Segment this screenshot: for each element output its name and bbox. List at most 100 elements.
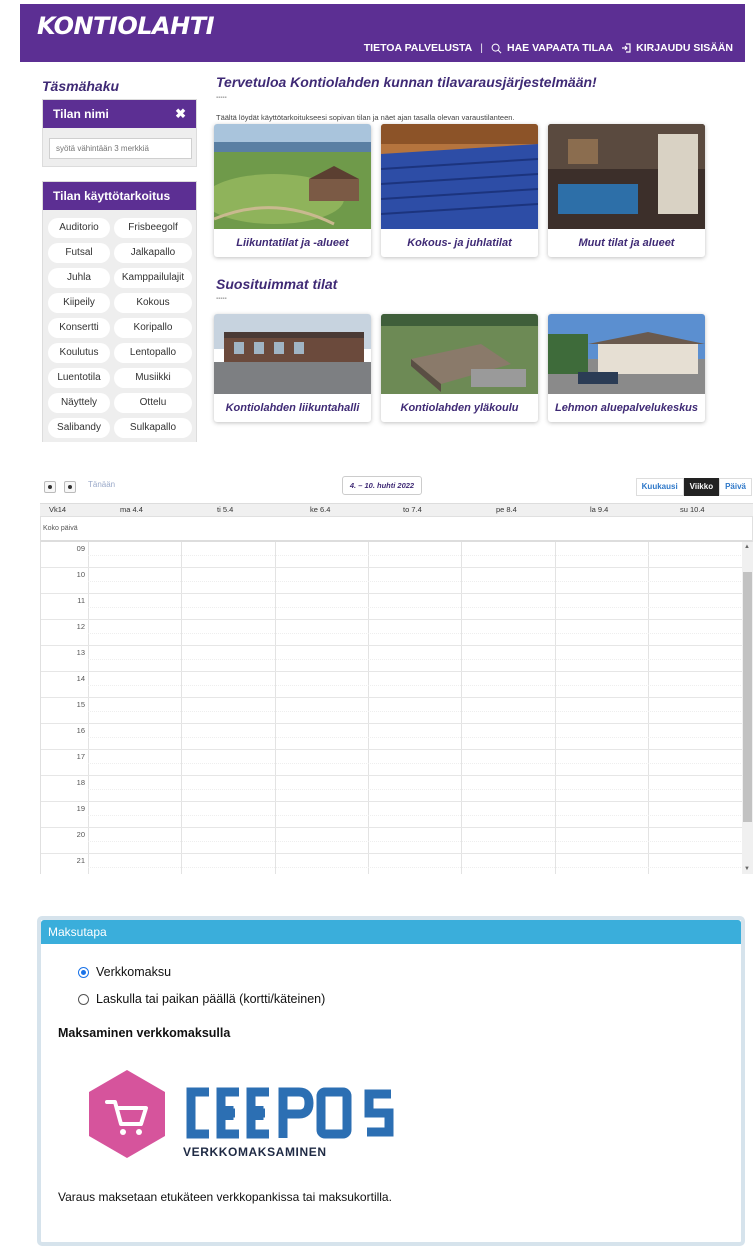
hour-row[interactable]: 14 bbox=[41, 672, 743, 698]
hour-row[interactable]: 11 bbox=[41, 594, 743, 620]
purpose-chip[interactable]: Kamppailulajit bbox=[114, 268, 192, 288]
day-header: to 7.4 bbox=[403, 505, 422, 514]
hour-row[interactable]: 17 bbox=[41, 750, 743, 776]
half-hour-line bbox=[88, 789, 743, 790]
popular-card-school[interactable]: Kontiolahden yläkoulu bbox=[381, 314, 538, 422]
popular-card-label: Lehmon aluepalvelukeskus bbox=[554, 402, 699, 414]
day-header: pe 8.4 bbox=[496, 505, 517, 514]
purpose-chip[interactable]: Juhla bbox=[48, 268, 110, 288]
half-hour-line bbox=[88, 815, 743, 816]
purpose-chip[interactable]: Koulutus bbox=[48, 343, 110, 363]
hour-row[interactable]: 13 bbox=[41, 646, 743, 672]
week-number: Vk14 bbox=[49, 505, 67, 514]
popular-card-label: Kontiolahden liikuntahalli bbox=[225, 402, 360, 414]
payment-subtitle: Maksaminen verkkomaksulla bbox=[58, 1026, 231, 1040]
payment-option-label: Laskulla tai paikan päällä (kortti/kätei… bbox=[96, 992, 326, 1006]
calendar-scrollbar[interactable]: ▲ ▼ bbox=[742, 542, 753, 874]
nav-search-link[interactable]: HAE VAPAATA TILAA bbox=[491, 42, 613, 54]
nav-about-link[interactable]: TIETOA PALVELUSTA bbox=[364, 42, 473, 54]
hour-row[interactable]: 12 bbox=[41, 620, 743, 646]
purpose-chip[interactable]: Ottelu bbox=[114, 393, 192, 413]
category-card-meeting[interactable]: Kokous- ja juhlatilat bbox=[381, 124, 538, 257]
welcome-heading: Tervetuloa Kontiolahden kunnan tilavarau… bbox=[216, 74, 597, 90]
calendar-time-grid[interactable]: 09 10 11 12 13 14 15 16 17 18 19 20 21 bbox=[40, 542, 753, 874]
payment-option-label: Verkkomaksu bbox=[96, 965, 172, 979]
school-photo bbox=[381, 314, 538, 394]
view-week-button[interactable]: Viikko bbox=[683, 478, 720, 496]
kontiolahti-logo[interactable]: KONTIOLAHTI bbox=[37, 12, 215, 40]
radio-invoice[interactable] bbox=[78, 993, 89, 1005]
hour-label: 10 bbox=[76, 570, 85, 579]
purpose-chip[interactable]: Musiikki bbox=[114, 368, 192, 388]
hour-row[interactable]: 21 bbox=[41, 854, 743, 874]
purpose-chip[interactable]: Konsertti bbox=[48, 318, 110, 338]
payment-panel: Maksutapa Verkkomaksu Laskulla tai paika… bbox=[37, 916, 745, 1246]
purpose-chip[interactable]: Frisbeegolf bbox=[114, 218, 192, 238]
date-range-picker[interactable]: 4. – 10. huhti 2022 bbox=[342, 476, 422, 495]
hour-row[interactable]: 18 bbox=[41, 776, 743, 802]
popular-card-lehmo[interactable]: Lehmon aluepalvelukeskus bbox=[548, 314, 705, 422]
half-hour-line bbox=[88, 841, 743, 842]
scrollbar-thumb[interactable] bbox=[743, 572, 752, 822]
today-button[interactable]: Tänään bbox=[88, 480, 115, 489]
purpose-chip[interactable]: Salibandy bbox=[48, 418, 110, 438]
half-hour-line bbox=[88, 555, 743, 556]
half-hour-line bbox=[88, 581, 743, 582]
hour-label: 14 bbox=[76, 674, 85, 683]
view-day-button[interactable]: Päivä bbox=[719, 478, 752, 496]
hour-label: 15 bbox=[76, 700, 85, 709]
sports-hall-photo bbox=[214, 314, 371, 394]
purpose-chip[interactable]: Auditorio bbox=[48, 218, 110, 238]
nav-login-label: KIRJAUDU SISÄÄN bbox=[636, 42, 733, 54]
hour-label: 11 bbox=[77, 596, 85, 605]
purpose-chip[interactable]: Näyttely bbox=[48, 393, 110, 413]
heading-divider: ▪▪▪▪▪ bbox=[216, 95, 227, 101]
category-card-sports[interactable]: Liikuntatilat ja -alueet bbox=[214, 124, 371, 257]
hour-label: 12 bbox=[76, 622, 85, 631]
space-name-input[interactable] bbox=[49, 138, 192, 159]
hour-row[interactable]: 09 bbox=[41, 542, 743, 568]
payment-option-invoice[interactable]: Laskulla tai paikan päällä (kortti/kätei… bbox=[78, 992, 325, 1006]
payment-panel-title: Maksutapa bbox=[41, 920, 741, 944]
purpose-chip[interactable]: Sulkapallo bbox=[114, 418, 192, 438]
purpose-chip[interactable]: Futsal bbox=[48, 243, 110, 263]
purpose-chip[interactable]: Kiipeily bbox=[48, 293, 110, 313]
nav-login-link[interactable]: KIRJAUDU SISÄÄN bbox=[621, 42, 733, 54]
hour-row[interactable]: 20 bbox=[41, 828, 743, 854]
half-hour-line bbox=[88, 607, 743, 608]
all-day-row[interactable]: Koko päivä bbox=[40, 516, 753, 542]
payment-option-online[interactable]: Verkkomaksu bbox=[78, 965, 171, 979]
purpose-chip[interactable]: Jalkapallo bbox=[114, 243, 192, 263]
search-icon bbox=[491, 43, 502, 53]
sports-facility-photo bbox=[214, 124, 371, 229]
auditorium-photo bbox=[381, 124, 538, 229]
purpose-chip[interactable]: Lentopallo bbox=[114, 343, 192, 363]
hour-row[interactable]: 15 bbox=[41, 698, 743, 724]
other-space-photo bbox=[548, 124, 705, 229]
next-week-button[interactable] bbox=[64, 481, 76, 493]
ceepos-wordmark bbox=[186, 1087, 394, 1139]
prev-week-button[interactable] bbox=[44, 481, 56, 493]
close-icon[interactable]: ✖ bbox=[175, 100, 186, 128]
ceepos-logo: VERKKOMAKSAMINEN bbox=[87, 1068, 407, 1168]
calendar-toolbar: Tänään 4. – 10. huhti 2022 Kuukausi Viik… bbox=[40, 475, 752, 499]
hour-row[interactable]: 16 bbox=[41, 724, 743, 750]
purpose-chip-list: Auditorio Frisbeegolf Futsal Jalkapallo … bbox=[43, 210, 196, 438]
purpose-chip[interactable]: Kokous bbox=[114, 293, 192, 313]
purpose-chip[interactable]: Luentotila bbox=[48, 368, 110, 388]
scroll-down-arrow-icon[interactable]: ▼ bbox=[744, 866, 750, 872]
category-card-other[interactable]: Muut tilat ja alueet bbox=[548, 124, 705, 257]
radio-online[interactable] bbox=[78, 966, 89, 978]
popular-card-sports-hall[interactable]: Kontiolahden liikuntahalli bbox=[214, 314, 371, 422]
category-card-label: Kokous- ja juhlatilat bbox=[407, 237, 512, 249]
day-header: la 9.4 bbox=[590, 505, 609, 514]
hour-row[interactable]: 19 bbox=[41, 802, 743, 828]
space-name-panel-title: Tilan nimi bbox=[53, 107, 109, 121]
purpose-chip[interactable]: Koripallo bbox=[114, 318, 192, 338]
day-header: ke 6.4 bbox=[310, 505, 331, 514]
view-month-button[interactable]: Kuukausi bbox=[635, 478, 684, 496]
half-hour-line bbox=[88, 737, 743, 738]
scroll-up-arrow-icon[interactable]: ▲ bbox=[744, 544, 750, 550]
hour-row[interactable]: 10 bbox=[41, 568, 743, 594]
calendar-day-header: Vk14 ma 4.4 ti 5.4 ke 6.4 to 7.4 pe 8.4 … bbox=[40, 503, 753, 516]
